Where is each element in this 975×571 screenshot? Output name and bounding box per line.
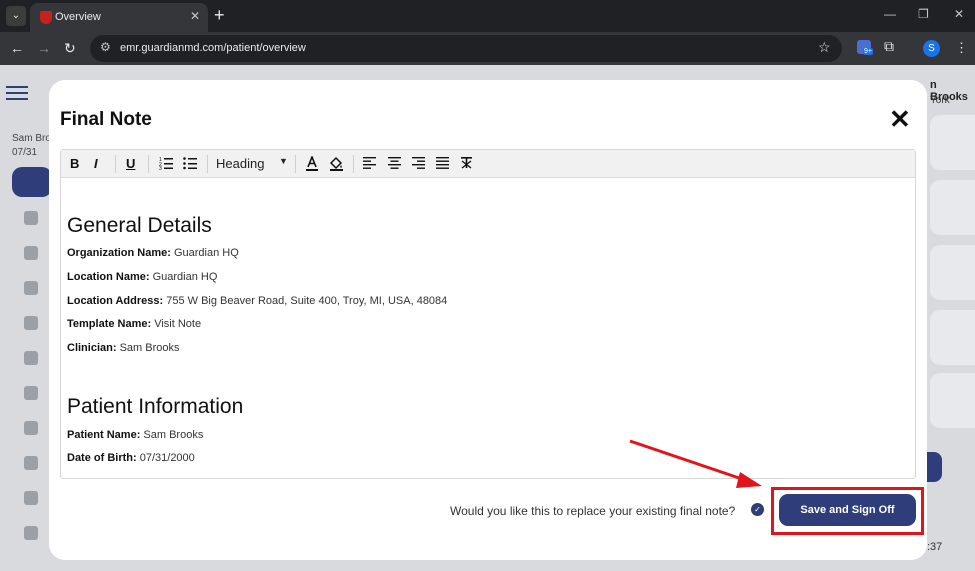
align-right-icon[interactable] (412, 156, 425, 172)
toolbar-divider (353, 155, 354, 173)
header-patient-city: York (930, 95, 950, 106)
final-note-modal: Final Note ✕ B I U 123 Heading ▼ General… (49, 80, 927, 560)
sidebar-nav-icon[interactable] (24, 351, 38, 365)
right-card (930, 310, 975, 365)
sidebar-nav-icon[interactable] (24, 491, 38, 505)
modal-title: Final Note (60, 109, 152, 130)
general-details-heading: General Details (67, 214, 212, 237)
bullet-list-icon[interactable] (183, 156, 197, 172)
browser-toolbar: ← → ↻ ⚙ emr.guardianmd.com/patient/overv… (0, 32, 975, 65)
text-color-icon[interactable] (305, 154, 319, 172)
new-tab-icon[interactable]: + (214, 5, 225, 26)
sidebar-nav-icon[interactable] (24, 211, 38, 225)
field-date-of-birth: Date of Birth: 07/31/2000 (67, 452, 195, 464)
right-action-button[interactable] (926, 452, 942, 482)
site-info-icon[interactable]: ⚙ (100, 40, 111, 54)
field-patient-name: Patient Name: Sam Brooks (67, 429, 204, 441)
right-time: :37 (927, 541, 943, 553)
editor-content[interactable]: General Details Organization Name: Guard… (61, 178, 915, 478)
highlight-color-icon[interactable] (329, 156, 344, 172)
sidebar-patient-date: 07/31 (12, 147, 38, 158)
browser-menu-icon[interactable]: ⋮ (955, 40, 968, 56)
field-clinician: Clinician: Sam Brooks (67, 342, 180, 354)
field-location-name: Location Name: Guardian HQ (67, 271, 218, 283)
toolbar-divider (207, 155, 208, 173)
toolbar-divider (115, 155, 116, 173)
right-card (930, 245, 975, 300)
extension-badge: 9+ (863, 48, 873, 55)
field-organization-name: Organization Name: Guardian HQ (67, 247, 239, 259)
clear-format-icon[interactable] (460, 156, 473, 172)
patient-information-heading: Patient Information (67, 395, 244, 418)
align-center-icon[interactable] (388, 156, 401, 172)
close-icon[interactable]: ✕ (889, 106, 911, 132)
sidebar-nav-icon[interactable] (24, 281, 38, 295)
svg-text:3: 3 (159, 166, 162, 170)
extensions-puzzle-icon[interactable]: ⧉ (884, 38, 894, 55)
sidebar-nav-icon[interactable] (24, 386, 38, 400)
right-card (930, 373, 975, 428)
tab-strip: ⌄ Overview ✕ + — ❐ ✕ (0, 0, 975, 32)
favicon-icon (40, 11, 52, 24)
sidebar-nav-icon[interactable] (24, 316, 38, 330)
sidebar-nav-icon[interactable] (24, 526, 38, 540)
align-left-icon[interactable] (363, 156, 376, 172)
italic-button[interactable]: I (94, 156, 98, 172)
right-card (930, 180, 975, 235)
sidebar-active-item[interactable] (12, 167, 52, 197)
chevron-down-icon[interactable]: ▼ (279, 156, 288, 166)
forward-icon[interactable]: → (37, 40, 51, 56)
right-card (930, 115, 975, 170)
sidebar-nav-icon[interactable] (24, 246, 38, 260)
field-location-address: Location Address: 755 W Big Beaver Road,… (67, 295, 448, 307)
check-circle-icon[interactable]: ✓ (751, 503, 764, 516)
ordered-list-icon[interactable]: 123 (159, 156, 173, 172)
tab-close-icon[interactable]: ✕ (190, 9, 200, 23)
save-and-sign-off-button[interactable]: Save and Sign Off (779, 494, 916, 526)
sidebar-nav-icon[interactable] (24, 421, 38, 435)
field-template-name: Template Name: Visit Note (67, 318, 202, 330)
replace-confirm-text: Would you like this to replace your exis… (450, 504, 736, 518)
restore-icon[interactable]: ❐ (918, 7, 929, 21)
back-icon[interactable]: ← (10, 40, 24, 56)
editor-toolbar: B I U 123 Heading ▼ (61, 150, 915, 178)
reload-icon[interactable]: ↻ (64, 40, 76, 57)
address-bar[interactable]: ⚙ emr.guardianmd.com/patient/overview ☆ (90, 35, 842, 62)
toolbar-divider (148, 155, 149, 173)
bookmark-star-icon[interactable]: ☆ (818, 39, 831, 56)
browser-tab[interactable]: Overview ✕ (30, 3, 208, 32)
tab-search-icon[interactable]: ⌄ (6, 6, 26, 26)
rich-text-editor[interactable]: B I U 123 Heading ▼ General Details Orga… (60, 149, 916, 479)
underline-button[interactable]: U (126, 156, 135, 172)
extension-icon[interactable]: 9+ (857, 40, 873, 55)
tab-title: Overview (55, 11, 101, 23)
align-justify-icon[interactable] (436, 156, 449, 172)
sidebar-nav-icon[interactable] (24, 456, 38, 470)
hamburger-menu-icon[interactable] (4, 82, 30, 106)
profile-avatar[interactable]: S (923, 40, 940, 57)
url-text: emr.guardianmd.com/patient/overview (120, 42, 306, 54)
toolbar-divider (295, 155, 296, 173)
window-close-icon[interactable]: ✕ (954, 7, 964, 21)
heading-select[interactable]: Heading (216, 156, 264, 171)
minimize-icon[interactable]: — (884, 7, 896, 21)
bold-button[interactable]: B (70, 156, 79, 172)
